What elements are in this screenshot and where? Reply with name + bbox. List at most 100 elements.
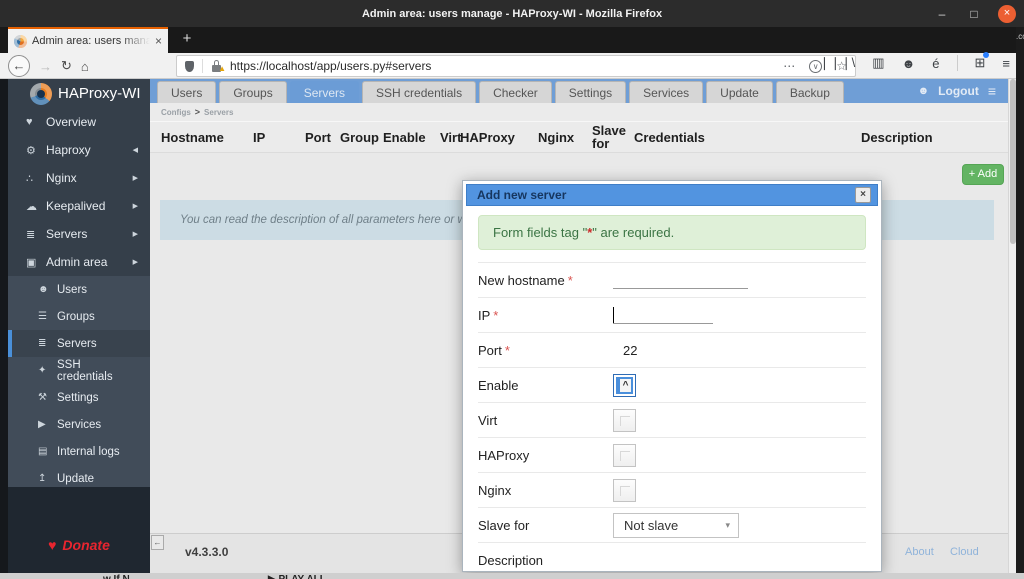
- tab-ssh-credentials[interactable]: SSH credentials: [362, 81, 477, 103]
- browser-tab[interactable]: Admin area: users manag ×: [8, 27, 168, 53]
- submenu-item-label: Groups: [57, 310, 95, 323]
- sidebar-item-admin-area[interactable]: ▣ Admin area ▶: [8, 248, 150, 276]
- chevron-right-icon: ▶: [132, 259, 138, 266]
- browser-urlbar: ← → ↻ ⌂ ▲ https://localhost/app/users.py…: [0, 52, 1024, 79]
- donate-label: Donate: [62, 537, 110, 553]
- cloud-link[interactable]: Cloud: [950, 546, 979, 558]
- submenu-item-groups[interactable]: ☰ Groups: [8, 303, 150, 330]
- heart-icon: ♥: [48, 537, 57, 553]
- port-value[interactable]: 22: [623, 343, 637, 358]
- page-scrollbar[interactable]: [1008, 79, 1016, 573]
- sidebar-item-nginx[interactable]: ∴ Nginx ▶: [8, 164, 150, 192]
- browser-tabbar: Admin area: users manag × +: [0, 27, 1024, 53]
- hostname-input[interactable]: [613, 271, 748, 289]
- whats-new-gift-icon[interactable]: ⊞: [975, 52, 990, 71]
- hamburger-menu-icon[interactable]: ≡: [1002, 56, 1010, 71]
- tab-close-icon[interactable]: ×: [155, 34, 162, 48]
- form-row-nginx: Nginx: [478, 472, 866, 507]
- col-description: Description: [861, 130, 933, 145]
- modal-header[interactable]: Add new server ×: [466, 184, 878, 206]
- about-link[interactable]: About: [905, 546, 934, 558]
- admin-submenu: ☻ Users ☰ Groups ≣ Servers ✦ SSH credent…: [8, 276, 150, 492]
- reload-icon[interactable]: ↻: [61, 58, 72, 74]
- sidebar-item-keepalived[interactable]: ☁ Keepalived ▶: [8, 192, 150, 220]
- submenu-item-settings[interactable]: ⚒ Settings: [8, 384, 150, 411]
- app-logo-text: HAProxy-WI: [58, 85, 141, 102]
- submenu-item-servers[interactable]: ≣ Servers: [8, 330, 150, 357]
- tab-update[interactable]: Update: [706, 81, 773, 103]
- text-caret: [613, 307, 614, 323]
- modal-close-icon[interactable]: ×: [855, 187, 871, 203]
- user-icon: ☻: [917, 85, 930, 97]
- submenu-item-label: Settings: [57, 391, 99, 404]
- tab-checker[interactable]: Checker: [479, 81, 552, 103]
- maximize-icon[interactable]: □: [966, 7, 982, 21]
- tab-settings[interactable]: Settings: [554, 81, 627, 103]
- submenu-item-label: Users: [57, 283, 88, 296]
- app-logo[interactable]: HAProxy-WI: [8, 79, 150, 108]
- version-label: v4.3.3.0: [185, 545, 229, 559]
- submenu-item-label: SSH credentials: [57, 358, 113, 383]
- submenu-item-ssh-credentials[interactable]: ✦ SSH credentials: [8, 357, 150, 384]
- add-server-button[interactable]: + Add: [962, 164, 1004, 185]
- submenu-item-label: Servers: [57, 337, 97, 350]
- enable-checkbox[interactable]: [613, 373, 636, 397]
- donate-link[interactable]: ♥ Donate: [8, 537, 150, 553]
- ip-input[interactable]: [613, 306, 713, 324]
- nodes-icon: ⚙: [26, 144, 36, 157]
- submenu-item-internal-logs[interactable]: ▤ Internal logs: [8, 438, 150, 465]
- haproxy-checkbox[interactable]: [613, 443, 636, 467]
- ip-label: IP *: [478, 307, 499, 323]
- minimize-icon[interactable]: –: [934, 7, 950, 21]
- breadcrumb-parent[interactable]: Configs: [161, 108, 191, 117]
- extension-icon[interactable]: é: [932, 56, 939, 71]
- sidebar-item-haproxy[interactable]: ⚙ Haproxy ◀: [8, 136, 150, 164]
- menu-burger-icon[interactable]: ≡: [988, 83, 996, 99]
- virt-label: Virt: [478, 412, 498, 428]
- nginx-checkbox[interactable]: [613, 478, 636, 502]
- library-icon[interactable]: ❘❘❘\: [819, 55, 855, 71]
- sidebar-item-servers[interactable]: ≣ Servers ▶: [8, 220, 150, 248]
- tab-groups[interactable]: Groups: [219, 81, 287, 103]
- home-icon[interactable]: ⌂: [81, 59, 89, 74]
- form-row-hostname: New hostname *: [478, 262, 866, 297]
- url-text[interactable]: https://localhost/app/users.py#servers: [230, 59, 431, 73]
- account-icon[interactable]: ☻: [902, 56, 916, 71]
- slave-for-value: Not slave: [624, 517, 679, 533]
- app-tabs: Users Groups Servers SSH credentials Che…: [157, 80, 844, 103]
- new-tab-button[interactable]: +: [176, 30, 198, 50]
- forward-icon[interactable]: →: [39, 59, 52, 74]
- sidebar-toggle-icon[interactable]: ▥: [872, 55, 884, 71]
- desktop-bottom-strip: w If N ▶ PLAY ALL: [0, 573, 1024, 579]
- col-group: Group: [340, 130, 379, 145]
- back-icon[interactable]: ←: [8, 55, 30, 77]
- col-ip: IP: [253, 130, 266, 145]
- tab-backup[interactable]: Backup: [775, 81, 844, 103]
- scrollbar-thumb[interactable]: [1010, 79, 1016, 244]
- tab-servers[interactable]: Servers: [289, 81, 360, 103]
- lock-warning-icon[interactable]: ▲: [211, 60, 226, 73]
- form-row-ip: IP *: [478, 297, 866, 332]
- col-nginx: Nginx: [538, 130, 575, 145]
- tab-users[interactable]: Users: [157, 81, 217, 103]
- page-actions-icon[interactable]: ⋯: [783, 59, 795, 73]
- table-header-row: Hostname IP Port Group Enable Virt HAPro…: [150, 121, 1008, 153]
- collapse-sidebar-button[interactable]: ←: [151, 535, 164, 550]
- sidebar-item-overview[interactable]: ♥ Overview: [8, 108, 150, 136]
- url-field[interactable]: ▲ https://localhost/app/users.py#servers…: [176, 55, 856, 77]
- submenu-item-label: Internal logs: [57, 445, 120, 458]
- submenu-item-services[interactable]: ▶ Services: [8, 411, 150, 438]
- chevron-down-icon: ▾: [725, 519, 730, 530]
- chevron-right-icon: ▶: [132, 231, 138, 238]
- window-controls: – □ ×: [934, 0, 1016, 27]
- slave-for-select[interactable]: Not slave ▾: [613, 512, 739, 538]
- app-nav-bar: Users Groups Servers SSH credentials Che…: [150, 79, 1008, 103]
- col-virt: Virt: [440, 130, 462, 145]
- clipped-text-fragment: w If N: [103, 574, 130, 579]
- submenu-item-users[interactable]: ☻ Users: [8, 276, 150, 303]
- tracking-shield-icon[interactable]: [185, 60, 194, 72]
- close-icon[interactable]: ×: [998, 4, 1016, 23]
- logout-button[interactable]: Logout: [938, 84, 979, 98]
- virt-checkbox[interactable]: [613, 408, 636, 432]
- tab-services[interactable]: Services: [629, 81, 704, 103]
